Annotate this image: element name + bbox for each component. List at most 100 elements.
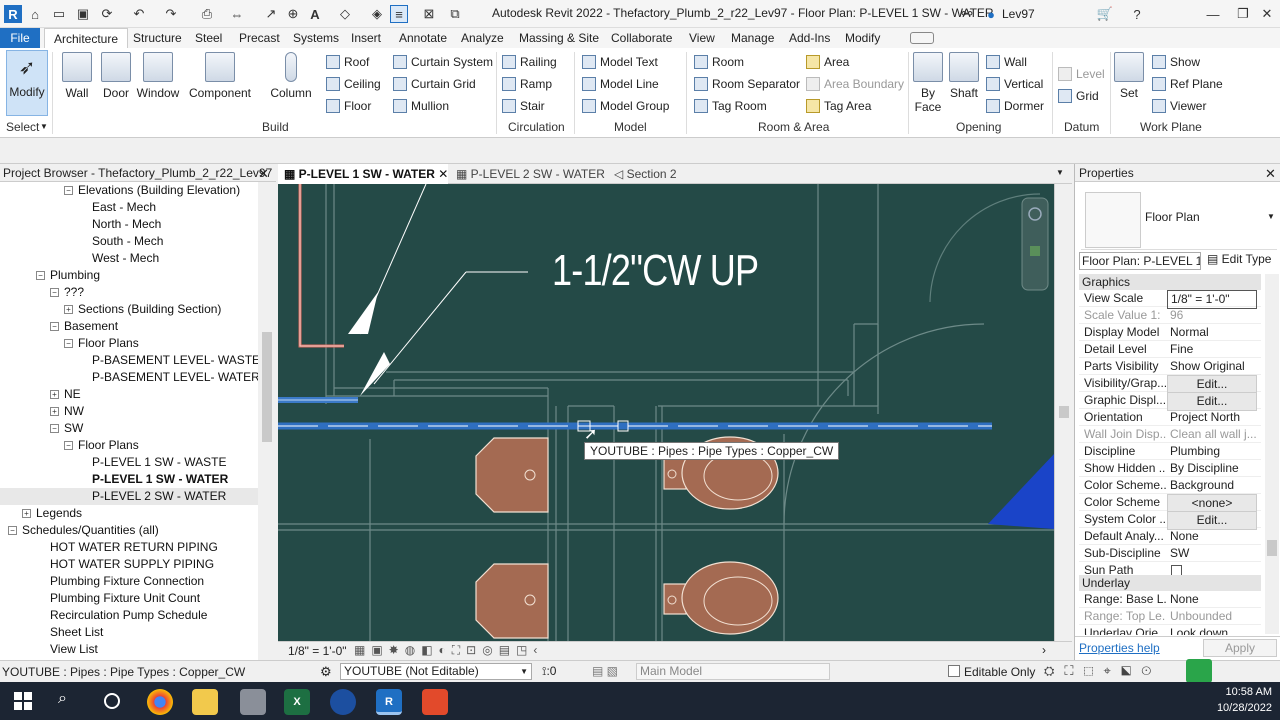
- scroll-right-icon[interactable]: ›: [1042, 643, 1046, 657]
- print-icon[interactable]: ⎙: [198, 5, 216, 23]
- tab-file[interactable]: File: [0, 28, 40, 48]
- room-separator-button[interactable]: Room Separator: [694, 74, 800, 94]
- help-icon[interactable]: ?: [1128, 5, 1146, 23]
- view-tab-section2[interactable]: ◁ Section 2: [608, 164, 698, 184]
- panel-work-plane[interactable]: Work Plane: [1140, 120, 1202, 134]
- floor-button[interactable]: Floor: [326, 96, 371, 116]
- ribbon-toggle-icon[interactable]: [910, 32, 934, 44]
- canvas-scroll-thumb[interactable]: [1059, 406, 1069, 418]
- tag-area-button[interactable]: Tag Area: [806, 96, 871, 116]
- user-icon[interactable]: ●: [982, 5, 1000, 23]
- browser-tree-item[interactable]: − SW: [0, 420, 258, 437]
- grid-button[interactable]: Grid: [1058, 86, 1099, 106]
- property-value[interactable]: SW: [1167, 545, 1257, 562]
- mullion-button[interactable]: Mullion: [393, 96, 449, 116]
- collapse-icon[interactable]: −: [50, 424, 59, 434]
- pipe-annotation-text[interactable]: 1-1/2"CW UP: [552, 246, 759, 296]
- cart-icon[interactable]: 🛒: [1096, 5, 1114, 23]
- property-value[interactable]: Normal: [1167, 324, 1257, 341]
- tabs-dropdown-icon[interactable]: ▼: [1056, 168, 1064, 177]
- collapse-icon[interactable]: −: [50, 288, 59, 298]
- tab-collaborate[interactable]: Collaborate: [602, 28, 681, 48]
- tab-systems[interactable]: Systems: [284, 28, 348, 48]
- ceiling-button[interactable]: Ceiling: [326, 74, 381, 94]
- drawing-canvas[interactable]: 1-1/2"CW UP YOUTUBE : Pipes : Pipe Types…: [278, 184, 1054, 641]
- component-button[interactable]: Component: [188, 52, 252, 112]
- browser-tree-item[interactable]: HOT WATER SUPPLY PIPING: [0, 556, 258, 573]
- close-icon[interactable]: ✕: [1258, 5, 1276, 23]
- excel-icon[interactable]: X: [284, 689, 310, 715]
- sync-icon[interactable]: ⟳: [98, 5, 116, 23]
- modify-button[interactable]: ➶ Modify: [6, 50, 48, 116]
- canvas-scrollbar[interactable]: [1054, 184, 1072, 641]
- wall-opening-button[interactable]: Wall: [986, 52, 1027, 72]
- column-button[interactable]: Column: [268, 52, 314, 112]
- close-hidden-icon[interactable]: ⊠: [420, 5, 438, 23]
- ref-plane-button[interactable]: Ref Plane: [1152, 74, 1223, 94]
- edit-type-button[interactable]: ▤ Edit Type: [1207, 252, 1271, 266]
- properties-scroll-thumb[interactable]: [1267, 540, 1277, 556]
- property-value[interactable]: Fine: [1167, 341, 1257, 358]
- tab-architecture[interactable]: Architecture: [44, 28, 129, 48]
- door-button[interactable]: Door: [100, 52, 132, 112]
- tab-close-icon[interactable]: ✕: [438, 167, 448, 181]
- property-value[interactable]: By Discipline: [1167, 460, 1257, 477]
- redo-icon[interactable]: ↷: [162, 5, 180, 23]
- editable-only-checkbox[interactable]: [948, 665, 960, 677]
- measure-icon[interactable]: ⇔: [228, 5, 246, 23]
- stair-button[interactable]: Stair: [502, 96, 545, 116]
- collapse-icon[interactable]: −: [8, 526, 17, 536]
- vertical-button[interactable]: Vertical: [986, 74, 1043, 94]
- clock-time[interactable]: 10:58 AM: [1218, 686, 1272, 698]
- chrome-icon[interactable]: [147, 689, 173, 715]
- tab-manage[interactable]: Manage: [722, 28, 783, 48]
- graphics-section-header[interactable]: Graphics: [1079, 274, 1261, 290]
- tag-icon[interactable]: ⊕: [284, 5, 302, 23]
- switch-windows-icon[interactable]: ⧉: [446, 5, 464, 23]
- wall-button[interactable]: Wall: [60, 52, 94, 112]
- clock-date[interactable]: 10/28/2022: [1206, 702, 1272, 714]
- model-group-button[interactable]: Model Group: [582, 96, 669, 116]
- 3d-view-icon[interactable]: ◇: [336, 5, 354, 23]
- selection-count[interactable]: ⟟:0: [542, 664, 556, 679]
- recorder-icon[interactable]: [422, 689, 448, 715]
- panel-circulation[interactable]: Circulation: [508, 120, 565, 134]
- browser-tree-item[interactable]: South - Mech: [0, 233, 258, 250]
- roof-button[interactable]: Roof: [326, 52, 369, 72]
- view-scale[interactable]: 1/8" = 1'-0": [288, 644, 347, 658]
- browser-tree-item[interactable]: West - Mech: [0, 250, 258, 267]
- section-icon[interactable]: ◈: [368, 5, 386, 23]
- area-button[interactable]: Area: [806, 52, 849, 72]
- browser-scrollbar[interactable]: [258, 182, 276, 660]
- collapse-icon[interactable]: −: [50, 322, 59, 332]
- curtain-grid-button[interactable]: Curtain Grid: [393, 74, 476, 94]
- selection-filter-icons[interactable]: ⛭⛶⬚⌖⬕⊙: [1044, 663, 1161, 679]
- browser-tree-item[interactable]: North - Mech: [0, 216, 258, 233]
- browser-tree-item[interactable]: P-LEVEL 1 SW - WATER: [0, 471, 258, 488]
- shaft-button[interactable]: Shaft: [948, 52, 980, 112]
- browser-tree-item[interactable]: −???: [0, 284, 258, 301]
- curtain-system-button[interactable]: Curtain System: [393, 52, 493, 72]
- browser-tree-item[interactable]: P-BASEMENT LEVEL- WASTE: [0, 352, 258, 369]
- tab-add-ins[interactable]: Add-Ins: [780, 28, 839, 48]
- open-icon[interactable]: ▭: [50, 5, 68, 23]
- browser-tree-item[interactable]: − Floor Plans: [0, 437, 258, 454]
- revit-taskbar-icon[interactable]: R: [376, 689, 402, 715]
- tab-massing-site[interactable]: Massing & Site: [510, 28, 608, 48]
- save-icon[interactable]: ▣: [74, 5, 92, 23]
- view-instance-select[interactable]: Floor Plan: P-LEVEL 1 ⌄: [1079, 252, 1201, 270]
- properties-scrollbar[interactable]: [1265, 274, 1279, 634]
- browser-tree-item[interactable]: + Legends: [0, 505, 258, 522]
- property-value[interactable]: Background: [1167, 477, 1257, 494]
- view-tab-level2-water[interactable]: ▦ P-LEVEL 2 SW - WATER: [450, 164, 605, 184]
- browser-tree-item[interactable]: Plumbing Fixture Unit Count: [0, 590, 258, 607]
- design-option-select[interactable]: Main Model: [636, 663, 830, 680]
- by-face-button[interactable]: By Face: [912, 52, 944, 114]
- text-icon[interactable]: A: [306, 5, 324, 23]
- property-value[interactable]: Show Original: [1167, 358, 1257, 375]
- search-icon[interactable]: ⌕: [58, 690, 67, 708]
- expand-icon[interactable]: +: [50, 390, 59, 400]
- panel-build[interactable]: Build: [262, 120, 289, 134]
- tab-view[interactable]: View: [680, 28, 724, 48]
- browser-tree-item[interactable]: − Plumbing: [0, 267, 258, 284]
